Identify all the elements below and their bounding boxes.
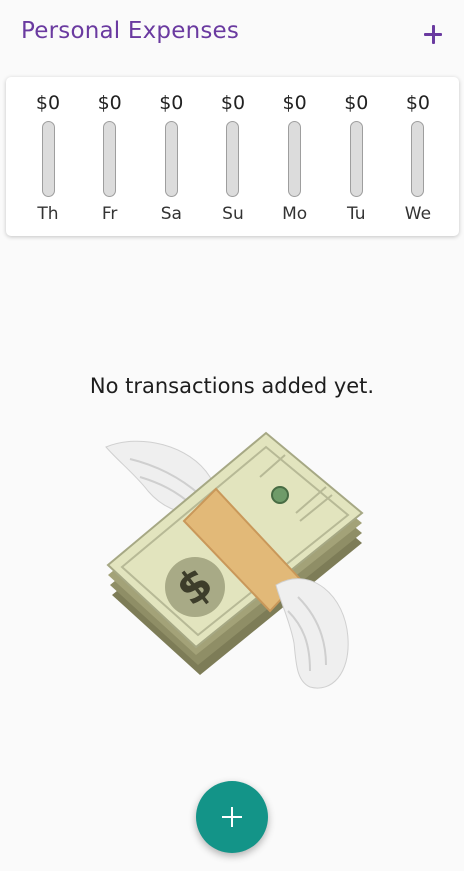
chart-bar-3: $0 Su [208,89,258,229]
chart-amount: $0 [282,92,307,114]
chart-day-label: Th [37,204,59,224]
chart-day-label: Su [222,204,244,224]
chart-bar-track [226,121,240,197]
chart-amount: $0 [405,92,431,114]
right-wing [275,578,349,689]
chart-amount: $0 [35,92,61,114]
chart-day-label: Fr [101,204,118,224]
weekly-chart: $0 Th $0 Fr $0 Sa $0 Su $0 Mo $0 Tu $0 W… [23,89,443,229]
chart-amount: $0 [159,92,184,114]
chart-bar-track [349,121,363,197]
app-title: Personal Expenses [21,18,240,44]
add-transaction-button[interactable] [416,18,450,52]
chart-amount: $0 [344,92,369,114]
chart-bar-0: $0 Th [23,89,73,229]
chart-amount: $0 [220,92,246,114]
add-transaction-fab[interactable] [196,781,268,853]
weekly-chart-card: $0 Th $0 Fr $0 Sa $0 Su $0 Mo $0 Tu $0 W… [6,77,459,236]
chart-bar-4: $0 Mo [270,89,320,229]
money-with-wings-icon: $ [105,431,364,689]
chart-bar-1: $0 Fr [85,89,135,229]
chart-bar-6: $0 We [393,89,443,229]
chart-day-label: Sa [160,204,182,224]
chart-bar-track [164,121,178,197]
chart-bar-track [41,121,55,197]
chart-day-label: We [404,204,432,224]
empty-state-message: No transactions added yet. [89,374,375,398]
chart-bar-track [288,121,302,197]
chart-amount: $0 [97,92,122,114]
chart-bar-5: $0 Tu [331,89,381,229]
chart-day-label: Mo [282,204,308,224]
app-bar: Personal Expenses [0,0,464,68]
chart-day-label: Tu [346,204,366,224]
chart-bar-2: $0 Sa [146,89,196,229]
chart-bar-track [411,121,425,197]
chart-bar-track [103,121,117,197]
